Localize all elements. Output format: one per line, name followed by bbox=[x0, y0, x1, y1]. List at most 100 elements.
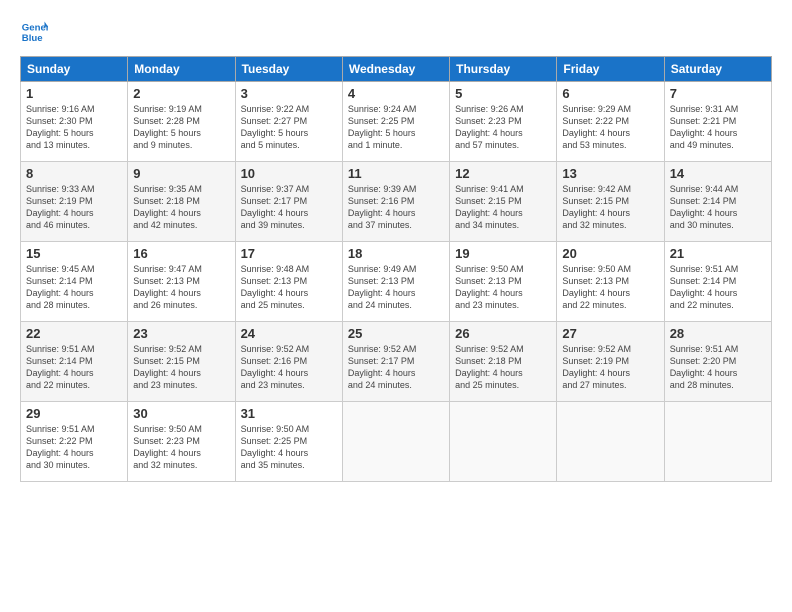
svg-text:General: General bbox=[22, 22, 48, 33]
svg-text:Blue: Blue bbox=[22, 33, 43, 44]
day-cell-23: 23 Sunrise: 9:52 AM Sunset: 2:15 PM Dayli… bbox=[128, 322, 235, 402]
day-number: 16 bbox=[133, 246, 229, 261]
day-info: Sunrise: 9:51 AM Sunset: 2:14 PM Dayligh… bbox=[26, 343, 122, 392]
day-info: Sunrise: 9:50 AM Sunset: 2:23 PM Dayligh… bbox=[133, 423, 229, 472]
day-cell-6: 6Sunrise: 9:29 AM Sunset: 2:22 PM Daylig… bbox=[557, 82, 664, 162]
day-number: 24 bbox=[241, 326, 337, 341]
day-cell-25: 25Sunrise: 9:52 AM Sunset: 2:17 PM Dayli… bbox=[342, 322, 449, 402]
week-row-4: 22 Sunrise: 9:51 AM Sunset: 2:14 PM Dayli… bbox=[21, 322, 772, 402]
day-info: Sunrise: 9:52 AM Sunset: 2:15 PM Dayligh… bbox=[133, 343, 229, 392]
day-info: Sunrise: 9:52 AM Sunset: 2:19 PM Dayligh… bbox=[562, 343, 658, 392]
day-number: 22 bbox=[26, 326, 122, 341]
week-row-1: 1 Sunrise: 9:16 AM Sunset: 2:30 PM Daylig… bbox=[21, 82, 772, 162]
day-cell-5: 5 Sunrise: 9:26 AM Sunset: 2:23 PM Daylig… bbox=[450, 82, 557, 162]
day-cell-26: 26 Sunrise: 9:52 AM Sunset: 2:18 PM Dayli… bbox=[450, 322, 557, 402]
day-cell-7: 7Sunrise: 9:31 AM Sunset: 2:21 PM Daylig… bbox=[664, 82, 771, 162]
column-header-friday: Friday bbox=[557, 57, 664, 82]
day-info: Sunrise: 9:24 AM Sunset: 2:25 PM Dayligh… bbox=[348, 103, 444, 152]
logo-icon: General Blue bbox=[20, 18, 48, 46]
day-cell-2: 2 Sunrise: 9:19 AM Sunset: 2:28 PM Daylig… bbox=[128, 82, 235, 162]
logo: General Blue bbox=[20, 18, 52, 46]
day-cell-14: 14 Sunrise: 9:44 AM Sunset: 2:14 PM Dayli… bbox=[664, 162, 771, 242]
day-info: Sunrise: 9:51 AM Sunset: 2:22 PM Dayligh… bbox=[26, 423, 122, 472]
day-number: 17 bbox=[241, 246, 337, 261]
day-number: 20 bbox=[562, 246, 658, 261]
day-info: Sunrise: 9:45 AM Sunset: 2:14 PM Dayligh… bbox=[26, 263, 122, 312]
day-info: Sunrise: 9:16 AM Sunset: 2:30 PM Dayligh… bbox=[26, 103, 122, 152]
day-info: Sunrise: 9:48 AM Sunset: 2:13 PM Dayligh… bbox=[241, 263, 337, 312]
column-header-thursday: Thursday bbox=[450, 57, 557, 82]
day-info: Sunrise: 9:33 AM Sunset: 2:19 PM Dayligh… bbox=[26, 183, 122, 232]
day-info: Sunrise: 9:50 AM Sunset: 2:13 PM Dayligh… bbox=[455, 263, 551, 312]
day-number: 14 bbox=[670, 166, 766, 181]
day-cell-3: 3 Sunrise: 9:22 AM Sunset: 2:27 PM Daylig… bbox=[235, 82, 342, 162]
day-cell-17: 17 Sunrise: 9:48 AM Sunset: 2:13 PM Dayli… bbox=[235, 242, 342, 322]
page-header: General Blue bbox=[20, 18, 772, 46]
day-cell-8: 8 Sunrise: 9:33 AM Sunset: 2:19 PM Daylig… bbox=[21, 162, 128, 242]
empty-cell bbox=[664, 402, 771, 482]
day-number: 26 bbox=[455, 326, 551, 341]
day-cell-15: 15 Sunrise: 9:45 AM Sunset: 2:14 PM Dayli… bbox=[21, 242, 128, 322]
calendar-table: SundayMondayTuesdayWednesdayThursdayFrid… bbox=[20, 56, 772, 482]
calendar-page: General Blue SundayMondayTuesdayWednesda… bbox=[0, 0, 792, 612]
day-info: Sunrise: 9:41 AM Sunset: 2:15 PM Dayligh… bbox=[455, 183, 551, 232]
day-cell-29: 29 Sunrise: 9:51 AM Sunset: 2:22 PM Dayli… bbox=[21, 402, 128, 482]
week-row-3: 15 Sunrise: 9:45 AM Sunset: 2:14 PM Dayli… bbox=[21, 242, 772, 322]
day-number: 18 bbox=[348, 246, 444, 261]
day-info: Sunrise: 9:44 AM Sunset: 2:14 PM Dayligh… bbox=[670, 183, 766, 232]
day-info: Sunrise: 9:22 AM Sunset: 2:27 PM Dayligh… bbox=[241, 103, 337, 152]
day-number: 10 bbox=[241, 166, 337, 181]
day-number: 21 bbox=[670, 246, 766, 261]
day-info: Sunrise: 9:51 AM Sunset: 2:14 PM Dayligh… bbox=[670, 263, 766, 312]
day-number: 29 bbox=[26, 406, 122, 421]
day-number: 13 bbox=[562, 166, 658, 181]
column-header-sunday: Sunday bbox=[21, 57, 128, 82]
empty-cell bbox=[557, 402, 664, 482]
column-header-tuesday: Tuesday bbox=[235, 57, 342, 82]
day-number: 2 bbox=[133, 86, 229, 101]
day-cell-11: 11 Sunrise: 9:39 AM Sunset: 2:16 PM Dayli… bbox=[342, 162, 449, 242]
day-info: Sunrise: 9:52 AM Sunset: 2:18 PM Dayligh… bbox=[455, 343, 551, 392]
day-number: 31 bbox=[241, 406, 337, 421]
day-info: Sunrise: 9:47 AM Sunset: 2:13 PM Dayligh… bbox=[133, 263, 229, 312]
day-number: 4 bbox=[348, 86, 444, 101]
day-info: Sunrise: 9:26 AM Sunset: 2:23 PM Dayligh… bbox=[455, 103, 551, 152]
day-number: 30 bbox=[133, 406, 229, 421]
empty-cell bbox=[450, 402, 557, 482]
day-info: Sunrise: 9:35 AM Sunset: 2:18 PM Dayligh… bbox=[133, 183, 229, 232]
day-cell-1: 1 Sunrise: 9:16 AM Sunset: 2:30 PM Daylig… bbox=[21, 82, 128, 162]
day-cell-30: 30 Sunrise: 9:50 AM Sunset: 2:23 PM Dayli… bbox=[128, 402, 235, 482]
day-cell-12: 12 Sunrise: 9:41 AM Sunset: 2:15 PM Dayli… bbox=[450, 162, 557, 242]
day-number: 5 bbox=[455, 86, 551, 101]
day-number: 28 bbox=[670, 326, 766, 341]
day-cell-22: 22 Sunrise: 9:51 AM Sunset: 2:14 PM Dayli… bbox=[21, 322, 128, 402]
day-cell-10: 10Sunrise: 9:37 AM Sunset: 2:17 PM Dayli… bbox=[235, 162, 342, 242]
day-cell-19: 19Sunrise: 9:50 AM Sunset: 2:13 PM Dayli… bbox=[450, 242, 557, 322]
day-cell-18: 18Sunrise: 9:49 AM Sunset: 2:13 PM Dayli… bbox=[342, 242, 449, 322]
header-row: SundayMondayTuesdayWednesdayThursdayFrid… bbox=[21, 57, 772, 82]
calendar-body: 1 Sunrise: 9:16 AM Sunset: 2:30 PM Daylig… bbox=[21, 82, 772, 482]
day-number: 6 bbox=[562, 86, 658, 101]
day-number: 1 bbox=[26, 86, 122, 101]
day-number: 7 bbox=[670, 86, 766, 101]
column-header-wednesday: Wednesday bbox=[342, 57, 449, 82]
day-number: 9 bbox=[133, 166, 229, 181]
day-info: Sunrise: 9:39 AM Sunset: 2:16 PM Dayligh… bbox=[348, 183, 444, 232]
column-header-monday: Monday bbox=[128, 57, 235, 82]
week-row-2: 8 Sunrise: 9:33 AM Sunset: 2:19 PM Daylig… bbox=[21, 162, 772, 242]
day-number: 12 bbox=[455, 166, 551, 181]
day-cell-13: 13Sunrise: 9:42 AM Sunset: 2:15 PM Dayli… bbox=[557, 162, 664, 242]
day-cell-16: 16 Sunrise: 9:47 AM Sunset: 2:13 PM Dayli… bbox=[128, 242, 235, 322]
day-number: 8 bbox=[26, 166, 122, 181]
day-number: 11 bbox=[348, 166, 444, 181]
day-number: 23 bbox=[133, 326, 229, 341]
day-number: 15 bbox=[26, 246, 122, 261]
day-cell-20: 20Sunrise: 9:50 AM Sunset: 2:13 PM Dayli… bbox=[557, 242, 664, 322]
day-cell-28: 28Sunrise: 9:51 AM Sunset: 2:20 PM Dayli… bbox=[664, 322, 771, 402]
day-number: 3 bbox=[241, 86, 337, 101]
day-info: Sunrise: 9:52 AM Sunset: 2:17 PM Dayligh… bbox=[348, 343, 444, 392]
day-info: Sunrise: 9:19 AM Sunset: 2:28 PM Dayligh… bbox=[133, 103, 229, 152]
day-cell-24: 24Sunrise: 9:52 AM Sunset: 2:16 PM Dayli… bbox=[235, 322, 342, 402]
week-row-5: 29 Sunrise: 9:51 AM Sunset: 2:22 PM Dayli… bbox=[21, 402, 772, 482]
day-cell-9: 9 Sunrise: 9:35 AM Sunset: 2:18 PM Daylig… bbox=[128, 162, 235, 242]
